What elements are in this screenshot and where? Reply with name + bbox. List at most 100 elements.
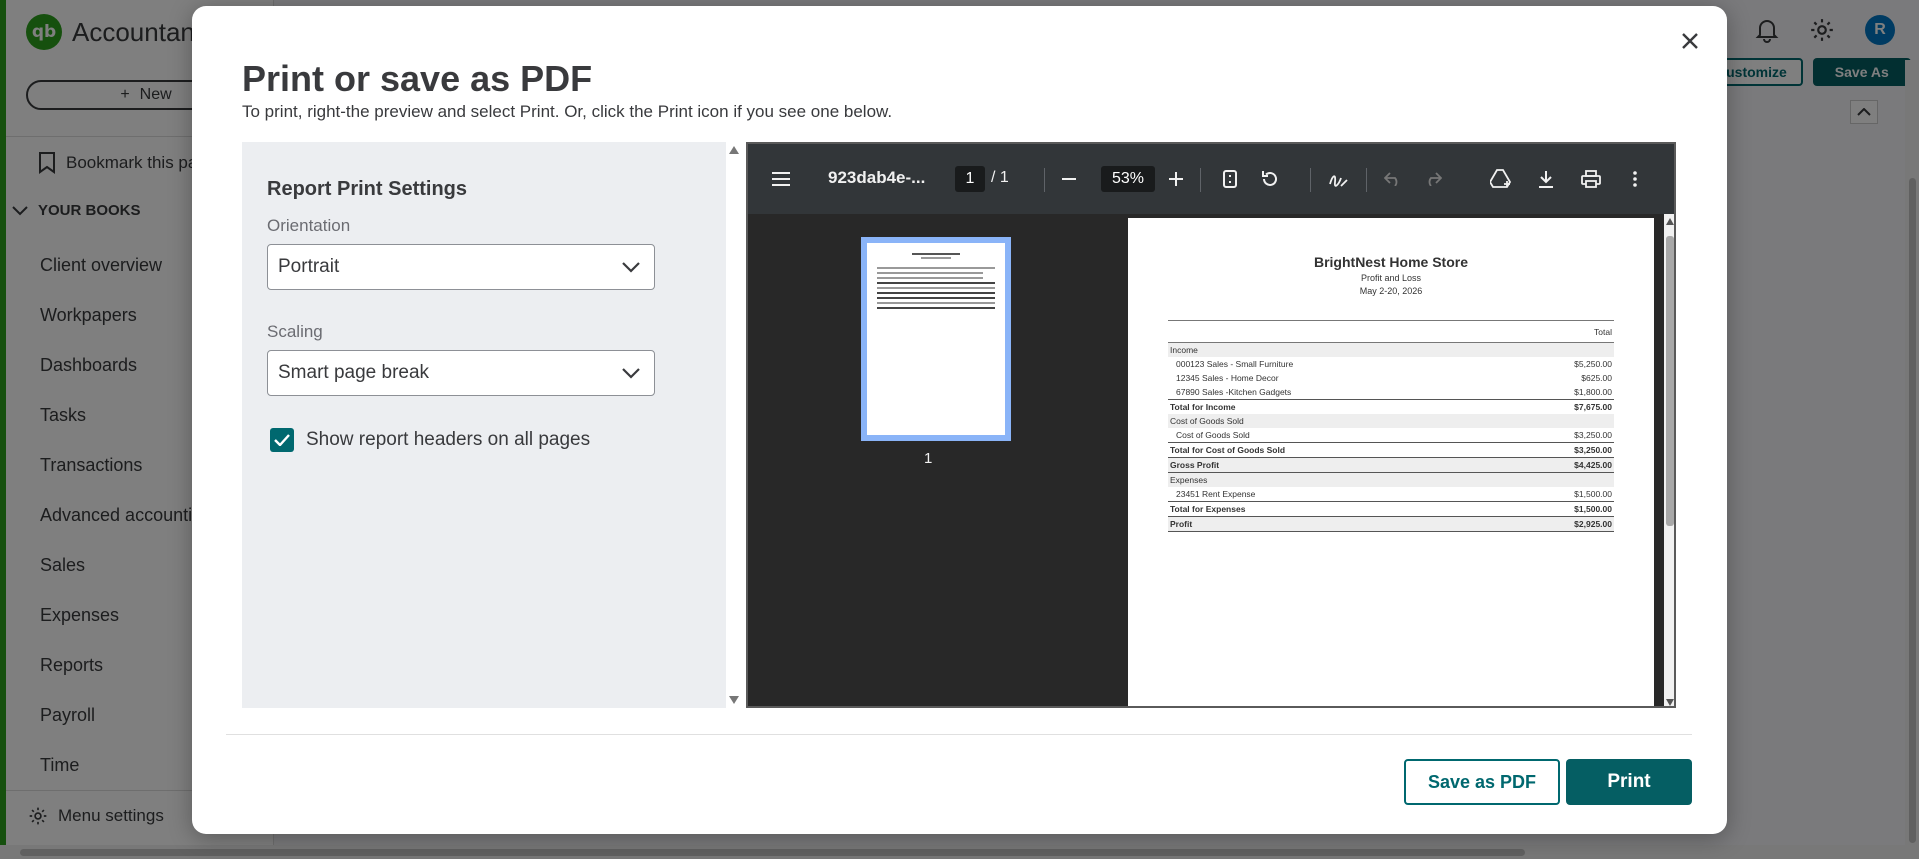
page-number-input[interactable]: 1 (955, 166, 985, 192)
thumb-line (877, 307, 995, 309)
toolbar-divider (1310, 168, 1311, 192)
report-row-label: Expenses (1168, 472, 1504, 487)
report-row: 12345 Sales - Home Decor $625.00 (1168, 371, 1614, 385)
close-button[interactable] (1675, 26, 1705, 56)
headers-checkbox-label: Show report headers on all pages (306, 429, 591, 450)
report-row-label: Cost of Goods Sold (1168, 414, 1504, 428)
headers-checkbox[interactable] (270, 428, 294, 452)
thumb-line (877, 282, 995, 284)
page-thumbnail[interactable] (861, 237, 1011, 441)
report-row-value: $625.00 (1581, 373, 1612, 383)
orientation-select[interactable]: Portrait (267, 244, 655, 290)
report-row-label: Total for Cost of Goods Sold (1168, 442, 1504, 458)
scaling-select[interactable]: Smart page break (267, 350, 655, 396)
thumb-line (877, 277, 984, 279)
print-button[interactable]: Print (1566, 759, 1692, 805)
save-as-pdf-button[interactable]: Save as PDF (1404, 759, 1560, 805)
undo-icon[interactable] (1378, 164, 1408, 194)
report-total-header: Total (1503, 320, 1614, 343)
report-row: 000123 Sales - Small Furniture $5,250.00 (1168, 357, 1614, 371)
report-row-label: Gross Profit (1168, 457, 1504, 473)
report-row: Profit $2,925.00 (1168, 516, 1614, 532)
zoom-input[interactable]: 53% (1101, 166, 1155, 192)
pdf-scroll-thumb[interactable] (1666, 236, 1674, 526)
thumb-line (877, 302, 995, 304)
drive-save-icon[interactable] (1486, 164, 1516, 194)
dialog-instructions: To print, right-the preview and select P… (242, 102, 893, 121)
zoom-out-icon[interactable] (1054, 164, 1084, 194)
report-header-row: Total (1168, 320, 1614, 343)
report-row-value: $1,800.00 (1574, 387, 1612, 397)
more-options-icon[interactable] (1620, 164, 1650, 194)
zoom-in-icon[interactable] (1161, 164, 1191, 194)
report-row-label: 67890 Sales -Kitchen Gadgets (1176, 387, 1292, 397)
toolbar-divider (1366, 168, 1367, 192)
thumb-line (877, 287, 995, 289)
report-row-label: Income (1168, 342, 1504, 357)
dialog-title: Print or save as PDF (242, 58, 593, 99)
report-row-value: $3,250.00 (1503, 442, 1614, 458)
rotate-icon[interactable] (1255, 164, 1285, 194)
thumb-line (921, 257, 951, 259)
scaling-value: Smart page break (278, 362, 430, 383)
scroll-up-arrow-icon[interactable] (729, 146, 739, 154)
report-row: Gross Profit $4,425.00 (1168, 457, 1614, 473)
chevron-down-icon (622, 367, 640, 379)
orientation-label: Orientation (267, 216, 351, 235)
report-row-value (1503, 414, 1614, 428)
report-row-label: Cost of Goods Sold (1176, 430, 1250, 440)
report-row-value: $5,250.00 (1574, 359, 1612, 369)
report-row-label: 000123 Sales - Small Furniture (1176, 359, 1294, 369)
pdf-page-area: BrightNest Home Store Profit and Loss Ma… (1124, 214, 1664, 706)
orientation-value: Portrait (278, 256, 340, 277)
thumb-line (877, 267, 995, 269)
close-icon (1682, 33, 1698, 49)
page-count: / 1 (991, 169, 1009, 186)
report-company-name: BrightNest Home Store (1313, 254, 1469, 270)
report-row: 67890 Sales -Kitchen Gadgets $1,800.00 (1168, 385, 1614, 400)
draw-icon[interactable] (1323, 164, 1353, 194)
footer-divider (226, 734, 1692, 735)
report-row-label: 12345 Sales - Home Decor (1176, 373, 1279, 383)
report-row-label: Profit (1168, 516, 1504, 532)
print-settings-panel: Report Print Settings Orientation Portra… (242, 142, 726, 708)
headers-checkbox-row[interactable]: Show report headers on all pages (270, 428, 590, 452)
settings-scrollbar[interactable] (726, 142, 742, 708)
report-row: Total for Cost of Goods Sold $3,250.00 (1168, 442, 1614, 458)
fit-page-icon[interactable] (1215, 164, 1245, 194)
print-icon[interactable] (1576, 164, 1606, 194)
thumb-line (877, 297, 995, 299)
thumb-title-line (912, 253, 960, 255)
settings-title: Report Print Settings (267, 178, 468, 200)
scroll-down-arrow-icon[interactable] (729, 696, 739, 704)
report-row-value: $3,250.00 (1574, 430, 1612, 440)
report-row: Cost of Goods Sold (1168, 414, 1614, 428)
thumbnail-pane: 1 (748, 214, 1124, 706)
report-row-label: 23451 Rent Expense (1176, 489, 1256, 499)
report-row: 23451 Rent Expense $1,500.00 (1168, 487, 1614, 502)
report-row: Income (1168, 342, 1614, 357)
pdf-toolbar: 923dab4e-... 1 / 1 53% (748, 144, 1674, 214)
report-date-range: May 2-20, 2026 (1359, 286, 1423, 296)
download-icon[interactable] (1531, 164, 1561, 194)
report-row-label: Total for Income (1168, 399, 1504, 414)
report-row-value (1503, 472, 1614, 487)
report-header-cell (1168, 320, 1504, 343)
report-name: Profit and Loss (1360, 273, 1422, 283)
scaling-label: Scaling (267, 322, 323, 341)
report-row-value: $4,425.00 (1503, 457, 1614, 473)
menu-icon[interactable] (766, 164, 796, 194)
pdf-scrollbar[interactable] (1664, 214, 1674, 706)
scroll-up-arrow-icon[interactable] (1666, 218, 1674, 225)
report-row-value: $1,500.00 (1503, 501, 1614, 517)
report-row: Expenses (1168, 472, 1614, 487)
report-row: Cost of Goods Sold $3,250.00 (1168, 428, 1614, 443)
pdf-filename: 923dab4e-... (828, 168, 926, 187)
report-row-value (1503, 342, 1614, 357)
report-table: Total Income 000123 Sales - Small Furnitu… (1168, 320, 1614, 532)
thumbnail-page-number: 1 (924, 450, 933, 467)
report-row: Total for Expenses $1,500.00 (1168, 501, 1614, 517)
redo-icon[interactable] (1418, 164, 1448, 194)
scroll-down-arrow-icon[interactable] (1666, 699, 1674, 706)
print-dialog: Print or save as PDF To print, right-the… (192, 6, 1727, 834)
